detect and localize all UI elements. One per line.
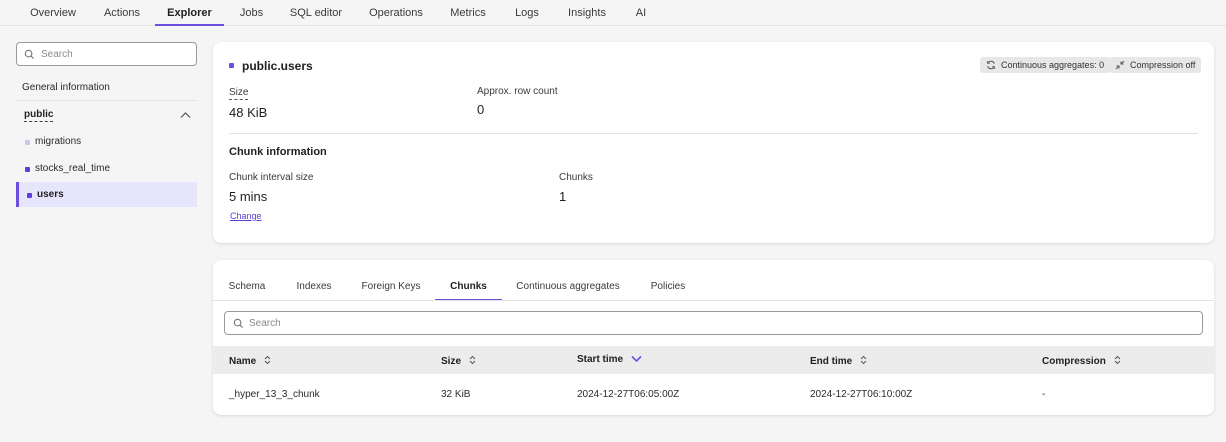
row-count-label: Approx. row count [477,86,558,97]
info-divider [229,133,1198,134]
compression-badge: Compression off [1109,57,1202,73]
column-header-start-time[interactable]: Start time [577,354,642,365]
sidebar-schema-public[interactable]: public [24,109,54,122]
top-navigation: Overview Actions Explorer Jobs SQL edito… [0,0,1226,26]
cell-compression: - [1042,389,1046,400]
tab-chunks[interactable]: Chunks [435,281,502,301]
nav-tab-explorer[interactable]: Explorer [155,0,224,26]
table-title: public.users [229,59,313,73]
column-header-compression[interactable]: Compression [1042,354,1121,367]
table-marker-icon [25,167,30,172]
refresh-icon [986,60,996,70]
cell-end-time: 2024-12-27T06:10:00Z [810,389,913,400]
nav-tab-actions[interactable]: Actions [98,0,146,26]
sidebar-item-label: users [37,189,64,200]
compress-icon [1115,60,1125,70]
cell-name: _hyper_13_3_chunk [229,389,320,400]
row-count-value: 0 [477,102,485,117]
tab-continuous-aggregates[interactable]: Continuous aggregates [513,281,623,301]
sort-icon [1114,355,1121,365]
tab-indexes[interactable]: Indexes [290,281,338,301]
nav-tab-logs[interactable]: Logs [508,0,546,26]
table-name: public.users [242,59,313,73]
chunk-interval-value: 5 mins [229,189,268,204]
compression-badge-label: Compression off [1130,60,1196,70]
table-info-card: public.users Continuous aggregates: 0 Co… [213,42,1214,243]
tabs-divider [213,300,1214,301]
tab-policies[interactable]: Policies [643,281,693,301]
table-header: Name Size Start time End time Compressio… [213,346,1214,374]
nav-tab-operations[interactable]: Operations [364,0,428,26]
sort-descending-icon [631,355,642,363]
sidebar-divider [16,100,197,101]
size-label: Size [229,87,249,100]
chunks-search-input[interactable] [249,315,1149,331]
chunks-card: Schema Indexes Foreign Keys Chunks Conti… [213,260,1214,415]
chunks-search[interactable] [224,311,1203,335]
nav-tab-ai[interactable]: AI [628,0,654,26]
tab-schema[interactable]: Schema [223,281,271,301]
column-header-name[interactable]: Name [229,354,271,367]
sidebar-item-migrations[interactable]: migrations [16,129,197,154]
column-header-size[interactable]: Size [441,354,476,367]
nav-tab-jobs[interactable]: Jobs [234,0,269,26]
cell-size: 32 KiB [441,389,471,400]
sidebar-search-input[interactable] [41,46,191,62]
chunks-label: Chunks [559,172,593,183]
chunk-interval-label: Chunk interval size [229,172,314,183]
tab-foreign-keys[interactable]: Foreign Keys [356,281,426,301]
sidebar-item-label: stocks_real_time [35,163,111,174]
continuous-aggregates-badge: Continuous aggregates: 0 [980,57,1111,73]
table-marker-icon [27,193,32,198]
search-icon [233,318,244,329]
chunk-information-title: Chunk information [229,146,327,158]
chevron-up-icon[interactable] [180,111,191,119]
column-header-end-time[interactable]: End time [810,354,867,367]
sort-icon [860,355,867,365]
sort-icon [264,355,271,365]
search-icon [24,49,35,60]
chunks-value: 1 [559,189,567,204]
nav-tab-metrics[interactable]: Metrics [444,0,492,26]
sidebar-item-label: migrations [35,136,82,147]
size-value: 48 KiB [229,105,268,120]
cell-start-time: 2024-12-27T06:05:00Z [577,389,680,400]
sidebar-item-stocks-real-time[interactable]: stocks_real_time [16,156,197,181]
change-interval-link[interactable]: Change [230,211,262,221]
sidebar-general-information[interactable]: General information [22,82,110,93]
continuous-aggregates-badge-label: Continuous aggregates: 0 [1001,60,1105,70]
table-marker-icon [25,140,30,145]
sidebar-item-users[interactable]: users [16,182,197,207]
nav-tab-overview[interactable]: Overview [24,0,82,26]
nav-tab-insights[interactable]: Insights [562,0,612,26]
table-marker-icon [229,63,234,68]
sort-icon [469,355,476,365]
nav-tab-sql-editor[interactable]: SQL editor [284,0,348,26]
sidebar-search[interactable] [16,42,197,66]
